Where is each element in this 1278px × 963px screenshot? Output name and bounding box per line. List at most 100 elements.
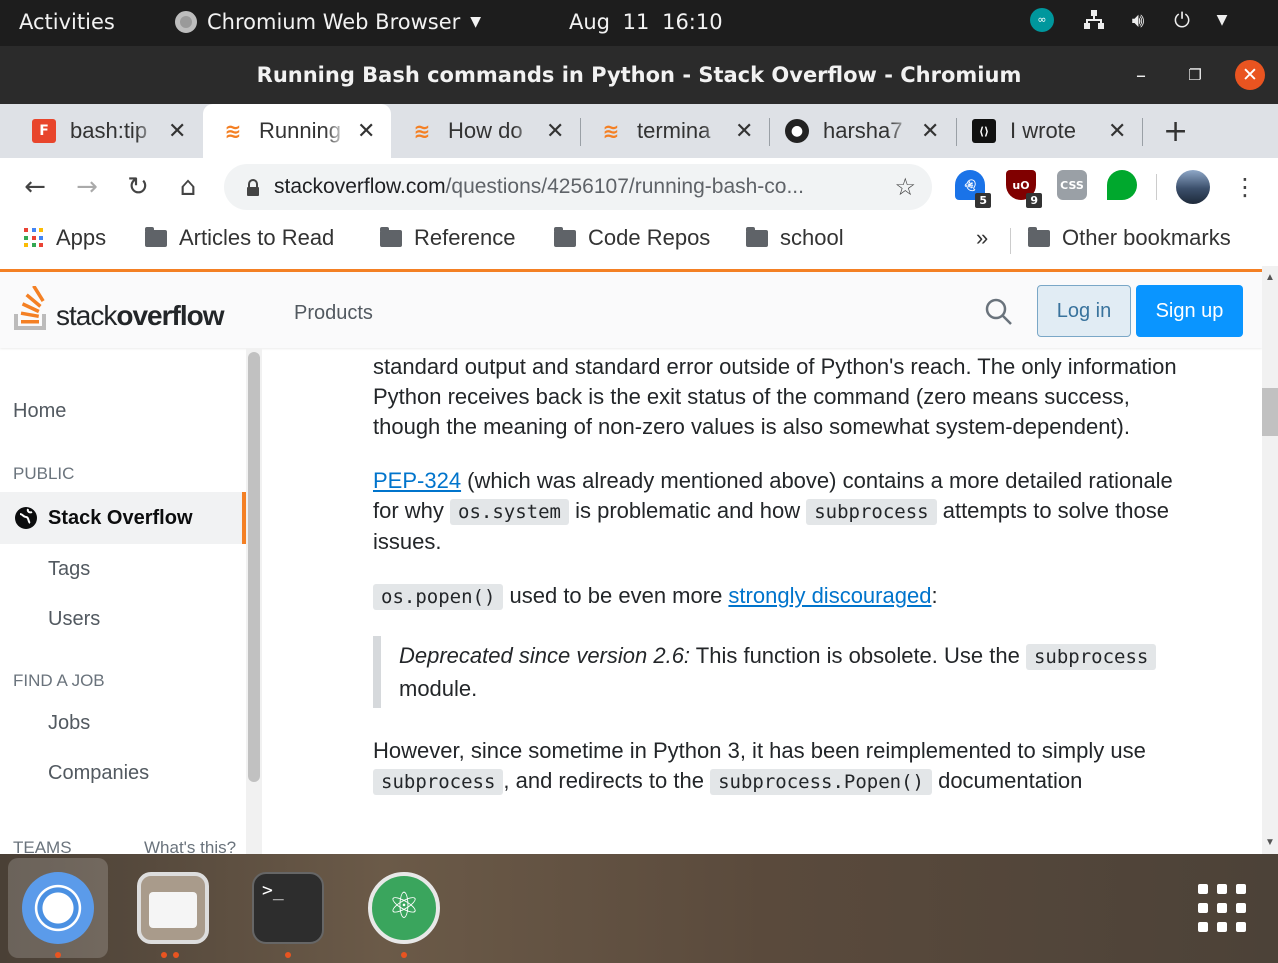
- nav-jobs[interactable]: Jobs: [48, 712, 90, 735]
- folder-icon: [746, 226, 768, 247]
- ghost-extension-icon[interactable]: 👻︎ 5: [955, 170, 991, 208]
- volume-icon[interactable]: 🔊︎: [1126, 8, 1150, 32]
- tab-terminal[interactable]: ≋ termina ✕: [585, 104, 765, 158]
- bookmark-folder-reference[interactable]: Reference: [380, 225, 516, 251]
- bookmark-star-icon[interactable]: ☆: [894, 173, 916, 202]
- nav-home[interactable]: Home: [13, 400, 66, 423]
- running-indicator: [55, 952, 61, 958]
- dev-icon: ⟨⟩: [972, 119, 996, 143]
- close-window-button[interactable]: ✕: [1235, 60, 1265, 90]
- css-extension-icon[interactable]: CSS: [1057, 170, 1087, 200]
- address-bar[interactable]: stackoverflow.com/questions/4256107/runn…: [224, 164, 932, 210]
- inline-code: subprocess: [373, 769, 504, 795]
- page-scrollbar[interactable]: ▲ ▼: [1262, 266, 1278, 854]
- pep-324-link[interactable]: PEP-324: [373, 468, 461, 493]
- reload-button[interactable]: ↻: [121, 170, 155, 204]
- stackoverflow-icon: ≋: [413, 119, 431, 143]
- blockquote: Deprecated since version 2.6: This funct…: [373, 636, 1203, 708]
- dock: >_ ⚛: [0, 854, 1278, 963]
- clock[interactable]: Aug 11 16:10: [569, 10, 723, 34]
- strongly-discouraged-link[interactable]: strongly discouraged: [728, 583, 931, 608]
- new-tab-button[interactable]: +: [1163, 104, 1188, 158]
- signup-button[interactable]: Sign up: [1136, 285, 1243, 337]
- tab-how-do[interactable]: ≋ How do ✕: [396, 104, 576, 158]
- nav-tags[interactable]: Tags: [48, 558, 90, 581]
- paragraph: However, since sometime in Python 3, it …: [373, 736, 1203, 797]
- activities-button[interactable]: Activities: [19, 10, 115, 34]
- tab-i-wrote[interactable]: ⟨⟩ I wrote ✕: [960, 104, 1140, 158]
- so-logo[interactable]: stack overflow: [12, 286, 225, 332]
- chevron-down-icon[interactable]: ▼: [1210, 8, 1234, 32]
- bookmark-folder-school[interactable]: school: [746, 225, 844, 251]
- forward-button[interactable]: →: [70, 170, 104, 204]
- avatar[interactable]: [1176, 170, 1210, 204]
- app-menu[interactable]: Chromium Web Browser ▼: [175, 10, 481, 34]
- folder-icon: [145, 226, 167, 247]
- bookmarks-bar: Apps Articles to Read Reference Code Rep…: [0, 216, 1278, 266]
- tab-label: termina: [637, 118, 711, 143]
- close-icon[interactable]: ✕: [921, 119, 939, 144]
- close-icon[interactable]: ✕: [357, 119, 375, 144]
- left-sidebar: Home PUBLIC Stack Overflow Tags Users FI…: [0, 348, 262, 854]
- answer-body: standard output and standard error outsi…: [373, 352, 1203, 821]
- f-icon: F: [32, 119, 56, 143]
- chromium-icon[interactable]: [22, 872, 94, 944]
- terminal-icon[interactable]: >_: [252, 872, 324, 944]
- nav-users[interactable]: Users: [48, 608, 100, 631]
- lock-icon[interactable]: [246, 179, 260, 196]
- home-button[interactable]: ⌂: [171, 170, 205, 204]
- products-menu[interactable]: Products: [294, 302, 373, 325]
- apps-label: Apps: [56, 225, 107, 250]
- ublock-extension-icon[interactable]: uO 9: [1006, 170, 1042, 208]
- text-span: This function is obsolete. Use the: [690, 643, 1026, 668]
- scroll-down-arrow[interactable]: ▼: [1265, 837, 1275, 848]
- folder-label: Articles to Read: [179, 225, 335, 250]
- extension-badge: 9: [1026, 193, 1042, 208]
- other-bookmarks[interactable]: Other bookmarks: [1028, 225, 1231, 251]
- scrollbar-thumb[interactable]: [248, 352, 260, 782]
- nav-companies[interactable]: Companies: [48, 762, 149, 785]
- show-apps-icon[interactable]: [1198, 884, 1246, 932]
- login-button[interactable]: Log in: [1037, 285, 1131, 337]
- nav-stack-overflow[interactable]: Stack Overflow: [0, 492, 246, 544]
- nav-section-find-a-job: FIND A JOB: [13, 671, 105, 690]
- atom-icon[interactable]: ⚛: [368, 872, 440, 944]
- inline-code: subprocess: [1025, 644, 1157, 670]
- apps-shortcut[interactable]: Apps: [24, 225, 106, 251]
- evernote-extension-icon[interactable]: [1107, 170, 1137, 200]
- bookmarks-overflow-button[interactable]: »: [976, 225, 988, 251]
- bookmark-folder-code-repos[interactable]: Code Repos: [554, 225, 710, 251]
- globe-icon: [15, 507, 37, 529]
- folder-label: school: [780, 225, 844, 250]
- tab-github[interactable]: ● harsha7 ✕: [773, 104, 953, 158]
- running-indicator: [173, 952, 179, 958]
- close-icon[interactable]: ✕: [735, 119, 753, 144]
- paragraph: os.popen() used to be even more strongly…: [373, 581, 1203, 612]
- bookmark-folder-articles[interactable]: Articles to Read: [145, 225, 334, 251]
- tab-bash-tip[interactable]: F bash:tip ✕: [18, 104, 198, 158]
- maximize-button[interactable]: ❐: [1180, 60, 1210, 90]
- tab-label: Running: [259, 118, 341, 143]
- tab-label: harsha7: [823, 118, 903, 143]
- back-button[interactable]: ←: [18, 170, 52, 204]
- tab-running-bash[interactable]: ≋ Running ✕: [203, 104, 391, 158]
- close-icon[interactable]: ✕: [168, 119, 186, 144]
- minimize-button[interactable]: –: [1126, 60, 1156, 90]
- files-icon[interactable]: [137, 872, 209, 944]
- teams-whats-this-link[interactable]: What's this?: [144, 838, 236, 854]
- running-indicator: [161, 952, 167, 958]
- close-icon[interactable]: ✕: [546, 119, 564, 144]
- power-icon[interactable]: ⏻: [1170, 8, 1194, 32]
- scrollbar-thumb[interactable]: [1262, 388, 1278, 436]
- text-span: is problematic and how: [568, 498, 807, 523]
- search-icon[interactable]: [984, 297, 1014, 327]
- system-tray[interactable]: ∞ 🔊︎ ⏻ ▼: [1030, 8, 1234, 32]
- close-icon[interactable]: ✕: [1108, 119, 1126, 144]
- network-icon[interactable]: [1082, 8, 1106, 32]
- arduino-icon[interactable]: ∞: [1030, 8, 1054, 32]
- menu-dots-icon[interactable]: ⋮: [1228, 170, 1262, 204]
- logo-text-overflow: overflow: [116, 300, 224, 331]
- scroll-up-arrow[interactable]: ▲: [1265, 272, 1275, 283]
- stackoverflow-logo-icon: [14, 286, 46, 330]
- sidebar-scrollbar[interactable]: [246, 348, 262, 854]
